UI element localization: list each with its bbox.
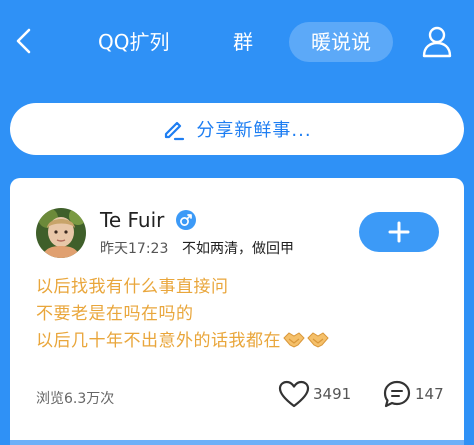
comment-icon (383, 380, 411, 408)
pencil-icon (165, 121, 185, 141)
post-card: Te Fuir 昨天17:23 不如两清，做回甲 以后找我有什么事直接问 不要老… (10, 178, 464, 445)
post-time: 昨天17:23 (100, 241, 169, 257)
back-button[interactable] (10, 26, 40, 56)
top-bar: QQ扩列 群 暖说说 (0, 0, 474, 84)
plus-icon (388, 221, 410, 243)
add-friend-button[interactable] (359, 212, 439, 252)
comment-button[interactable]: 147 (382, 378, 444, 410)
post-line: 不要老是在吗在吗的 (36, 304, 194, 324)
tab-group[interactable]: 群 (233, 28, 253, 56)
view-count: 浏览6.3万次 (36, 391, 115, 407)
heart-icon (278, 380, 310, 408)
back-arrow-icon (16, 28, 31, 54)
share-news-button[interactable]: 分享新鲜事... (10, 103, 464, 155)
comment-count: 147 (415, 385, 444, 403)
post-line-with-emoji: 以后几十年不出意外的话我都在 (36, 328, 446, 355)
divider (10, 440, 464, 445)
handshake-icon (307, 332, 329, 348)
username[interactable]: Te Fuir (100, 208, 164, 232)
share-label: 分享新鲜事... (196, 120, 312, 141)
like-button[interactable]: 3491 (278, 378, 351, 410)
tab-nuanshuoshuo-label: 暖说说 (311, 30, 371, 54)
like-count: 3491 (313, 385, 352, 403)
post-content: 以后找我有什么事直接问 不要老是在吗在吗的 以后几十年不出意外的话我都在 (36, 274, 446, 355)
profile-icon (422, 26, 452, 58)
post-signature: 不如两清，做回甲 (182, 241, 294, 257)
avatar[interactable] (36, 208, 86, 258)
profile-button[interactable] (420, 24, 454, 58)
male-icon (176, 210, 196, 230)
handshake-icon (283, 332, 305, 348)
tab-nuanshuoshuo[interactable]: 暖说说 (289, 22, 393, 62)
tab-qq-kuolie[interactable]: QQ扩列 (98, 28, 169, 56)
post-line: 以后找我有什么事直接问 (36, 277, 229, 297)
